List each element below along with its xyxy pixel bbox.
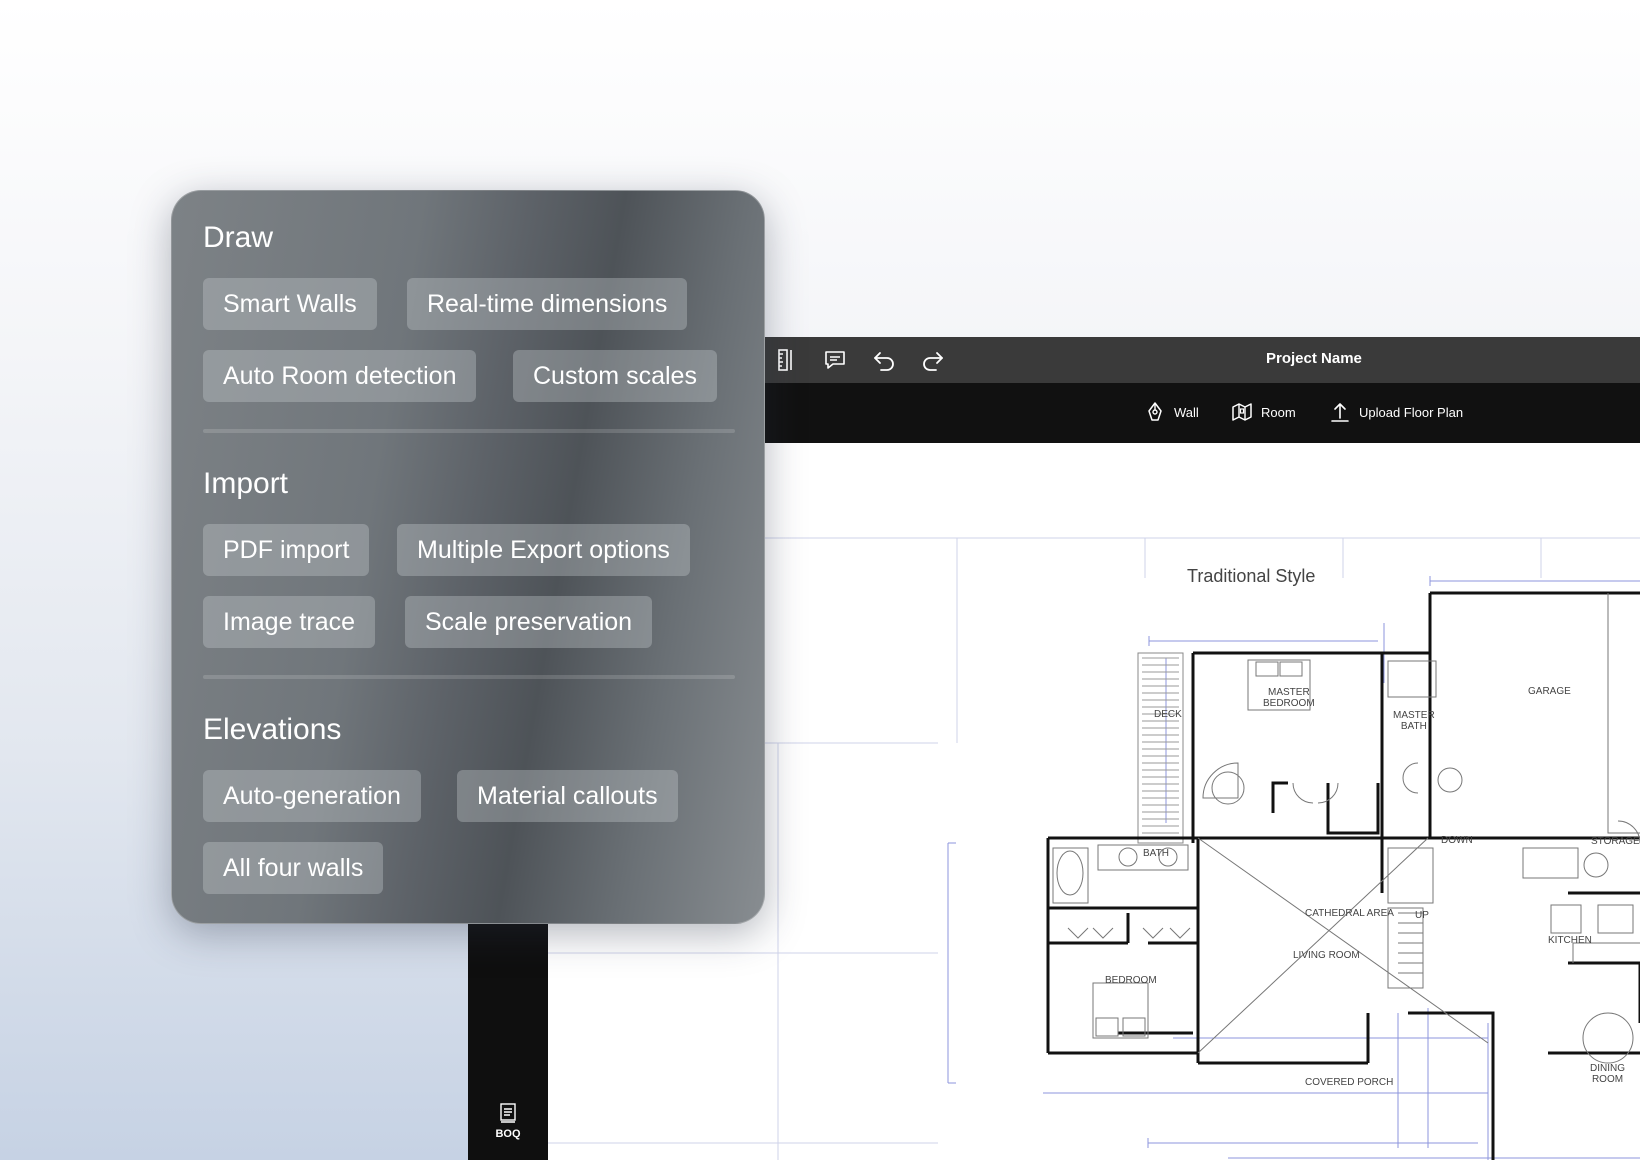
deck-stairs [1137,652,1184,844]
ruler-icon[interactable] [772,347,798,373]
wall-tool-button[interactable]: Wall [1144,401,1199,423]
floor-plan-title: Traditional Style [1187,566,1316,586]
room-tool-label: Room [1261,404,1296,420]
boq-button[interactable]: BOQ [488,1102,528,1140]
feature-chip: Custom scales [513,350,717,402]
section-title-elevations: Elevations [203,713,342,746]
wall-pen-icon [1148,402,1162,421]
room-label: MASTER BATH [1393,710,1435,732]
room-label: COVERED PORCH [1305,1077,1394,1088]
room-label: KITCHEN [1548,935,1592,946]
dimension-lines [947,576,1640,1160]
project-title[interactable]: Project Name [1266,350,1362,367]
upload-floor-plan-button[interactable]: Upload Floor Plan [1329,401,1463,423]
room-label: CATHEDRAL AREA [1305,908,1394,919]
room-label: DOWN [1441,835,1473,846]
room-label: DINING ROOM [1590,1063,1625,1085]
feature-chip: Real-time dimensions [407,278,688,330]
room-tool-button[interactable]: Room [1231,401,1296,423]
feature-chip: Auto Room detection [203,350,477,402]
room-label: GARAGE [1528,686,1571,697]
feature-chip: Auto-generation [203,770,421,822]
feature-chip: Multiple Export options [397,524,690,576]
feature-chip: All four walls [203,842,384,894]
wall-tool-label: Wall [1174,404,1199,420]
room-label: BEDROOM [1105,975,1157,986]
feature-chip: Scale preservation [405,596,653,648]
room-icon [1232,403,1252,421]
room-label: STORAGE [1591,836,1640,847]
section-divider [203,675,735,679]
feature-chip: Image trace [203,596,376,648]
upload-floor-plan-label: Upload Floor Plan [1359,404,1464,420]
section-title-draw: Draw [203,221,274,254]
upload-icon [1331,403,1349,422]
feature-chip: Material callouts [457,770,678,822]
room-label: LIVING ROOM [1293,950,1360,961]
floor-plan-walls [1046,591,1640,1160]
room-label: DECK [1154,709,1182,720]
room-label: MASTER BEDROOM [1263,687,1315,709]
boq-label: BOQ [495,1128,521,1140]
comment-icon[interactable] [822,347,848,373]
redo-icon[interactable] [920,347,946,373]
section-title-import: Import [203,467,289,500]
room-label: BATH [1143,848,1169,859]
feature-chip: PDF import [203,524,370,576]
feature-chip: Smart Walls [203,278,377,330]
section-divider [203,429,735,433]
floor-plan-details [1052,593,1640,1064]
undo-icon[interactable] [871,347,897,373]
document-list-icon [500,1103,516,1123]
room-label: UP [1415,910,1429,921]
feature-panel: Draw Smart Walls Real-time dimensions Au… [171,190,765,924]
